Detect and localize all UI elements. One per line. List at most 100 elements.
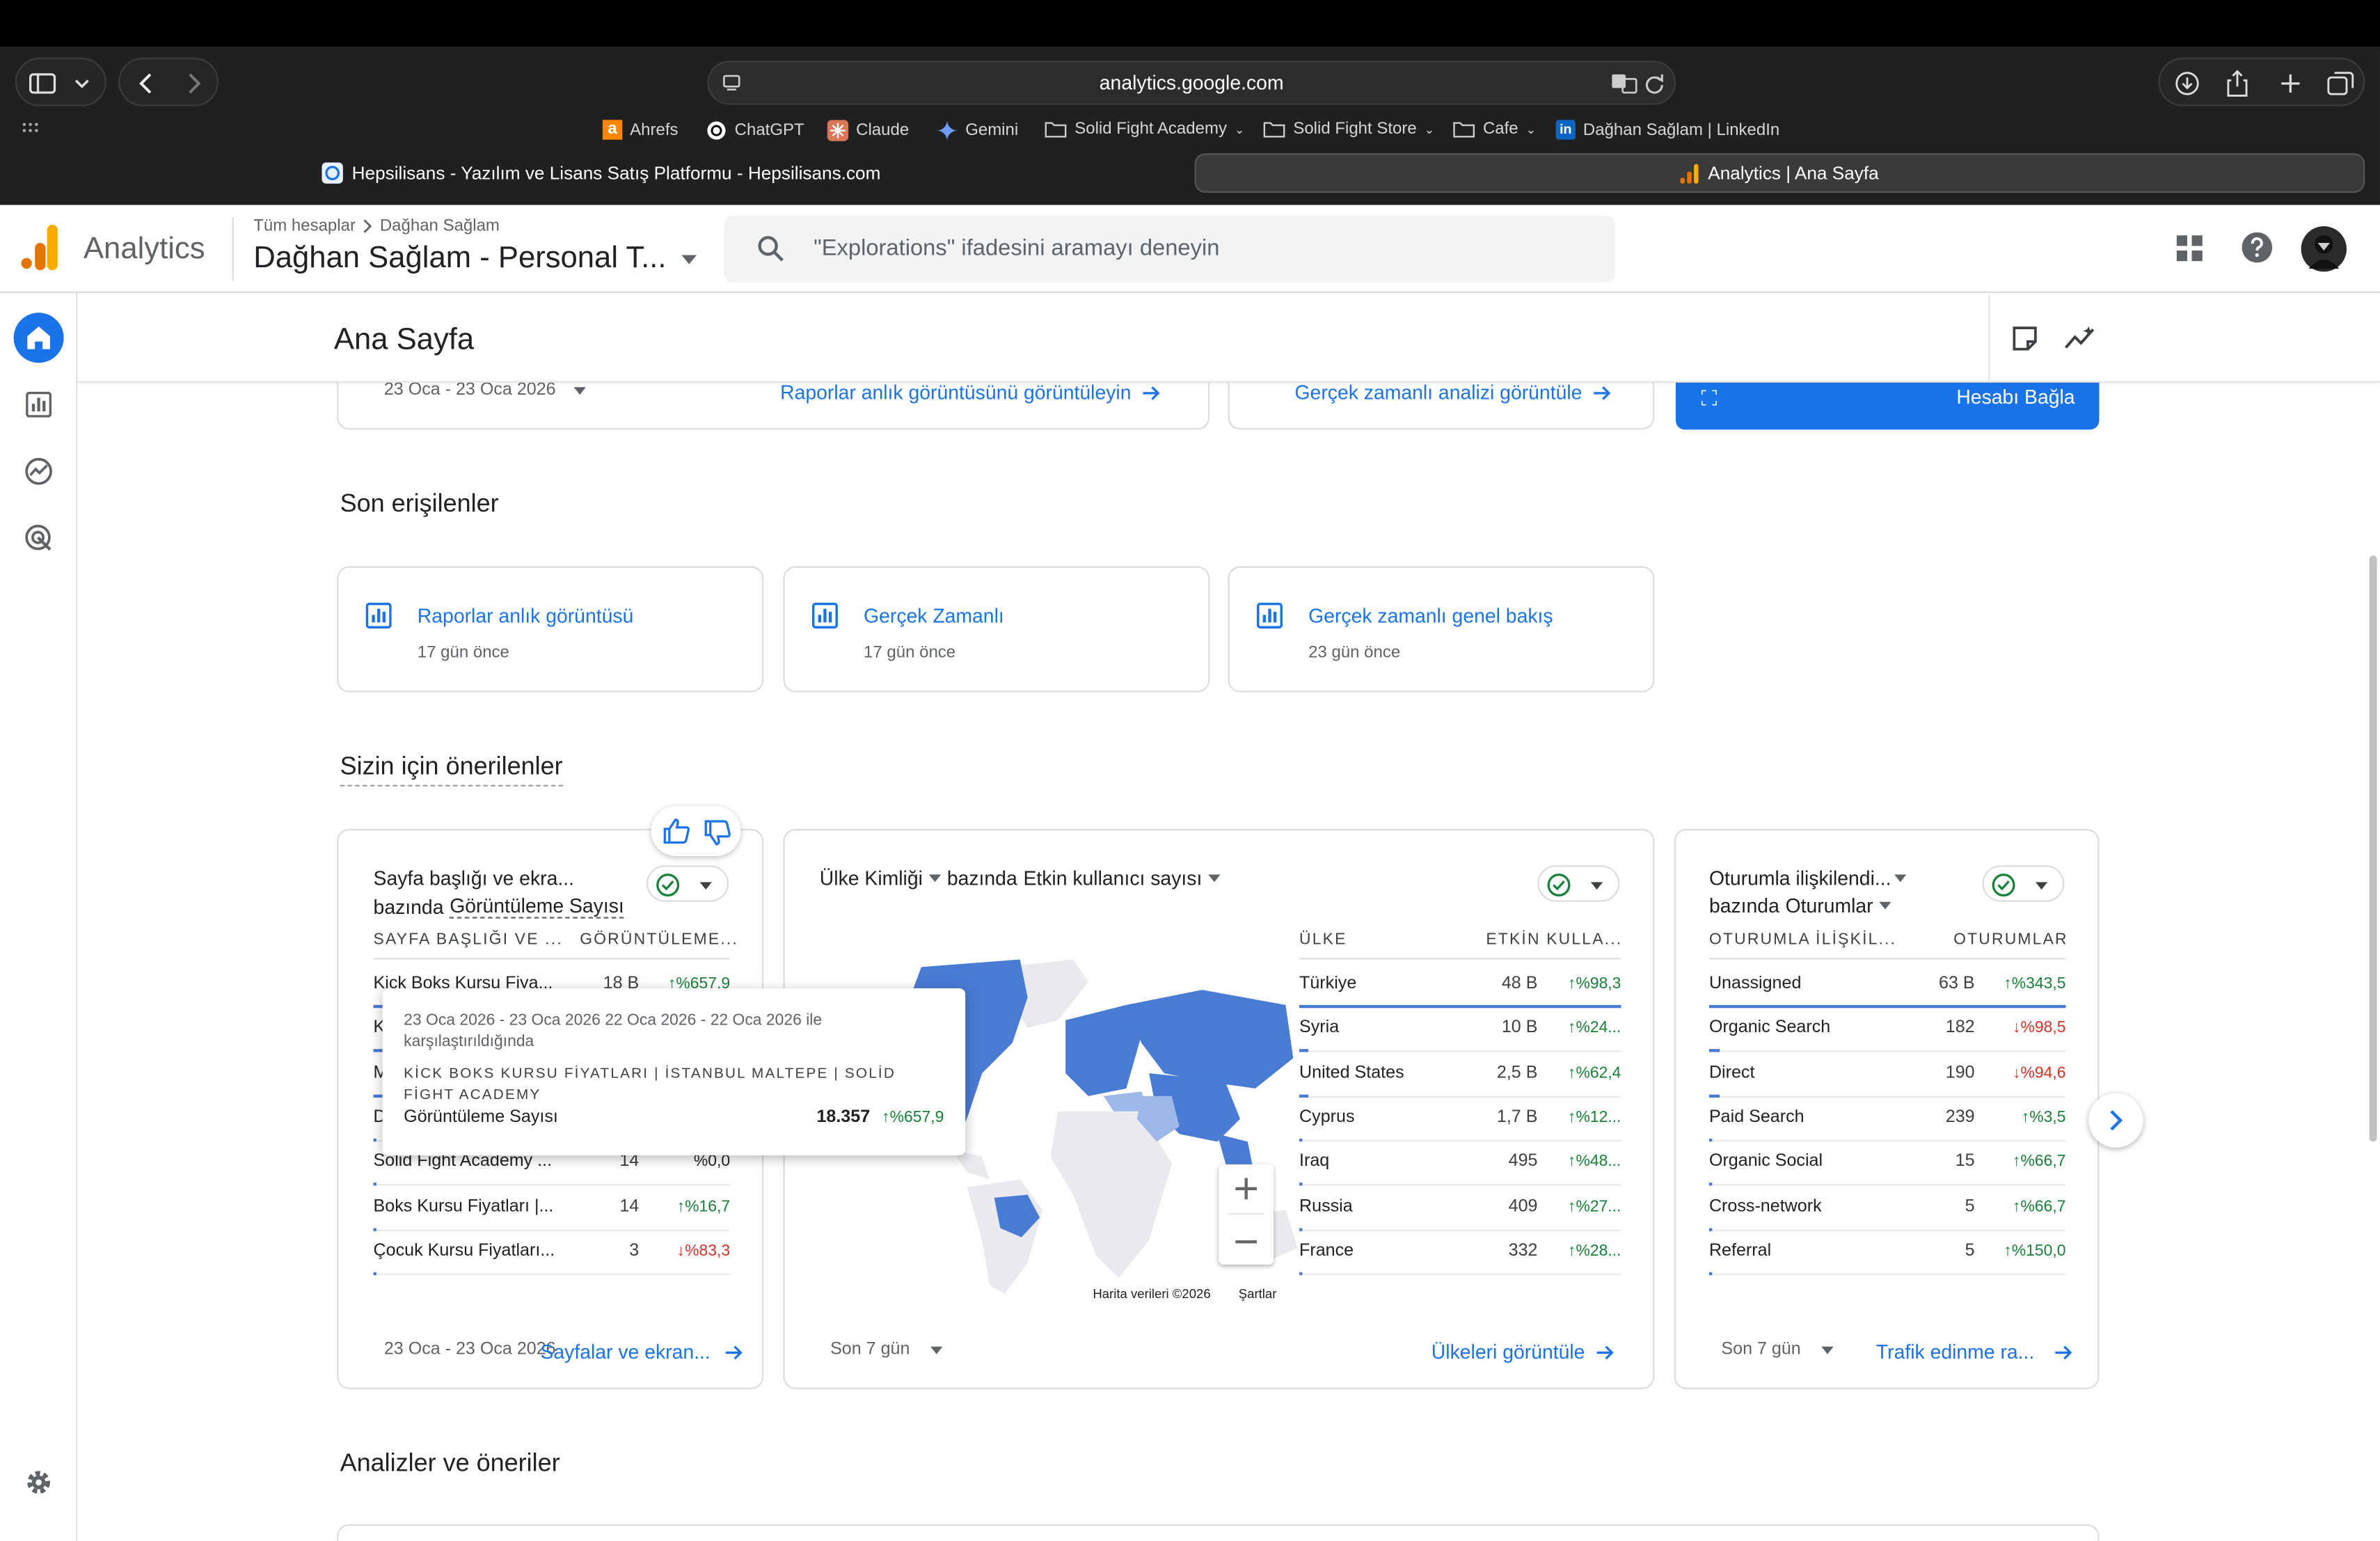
date-range-selector[interactable]: 23 Oca - 23 Oca 2026	[384, 381, 587, 400]
thumbs-up-icon[interactable]	[663, 819, 690, 844]
breadcrumb[interactable]: Tüm hesaplar Dağhan Sağlam	[253, 217, 500, 235]
table-row[interactable]: Organic Search 182 ↓%98,5	[1708, 1009, 2066, 1053]
thumbs-down-icon[interactable]	[704, 820, 731, 846]
caret-down-icon[interactable]	[1879, 901, 1891, 910]
view-snapshot-link[interactable]: Raporlar anlık görüntüsünü görüntüleyin	[780, 381, 1161, 404]
bookmarks-grid-icon[interactable]	[22, 121, 40, 136]
table-row[interactable]: Cyprus 1,7 B ↑%12...	[1299, 1098, 1621, 1141]
new-tab-icon[interactable]	[2278, 72, 2303, 96]
table-row[interactable]: United States 2,5 B ↑%62,4	[1299, 1053, 1621, 1098]
zoom-in-icon[interactable]	[1234, 1176, 1258, 1201]
reports-icon[interactable]	[26, 391, 52, 418]
recent-item[interactable]: Gerçek Zamanlı 17 gün önce	[783, 566, 1210, 693]
period-selector[interactable]: Son 7 gün	[830, 1341, 944, 1359]
table-row[interactable]: Unassigned 63 B ↑%343,5	[1708, 964, 2066, 1009]
card-status-dropdown[interactable]	[1537, 865, 1620, 902]
bookmark-claude[interactable]: Claude	[827, 120, 909, 141]
view-countries-link[interactable]: Ülkeleri görüntüle	[1431, 1341, 1615, 1364]
row-label: Türkiye	[1299, 974, 1357, 993]
bookmark-chatgpt[interactable]: ChatGPT	[706, 120, 804, 141]
bookmark-folder-solid-fight-academy[interactable]: Solid Fight Academy ⌄	[1045, 120, 1244, 138]
recent-item[interactable]: Gerçek zamanlı genel bakış 23 gün önce	[1228, 566, 1655, 693]
table-row[interactable]: Paid Search 239 ↑%3,5	[1708, 1098, 2066, 1141]
card-status-dropdown[interactable]	[1982, 865, 2065, 902]
table-row[interactable]: Cross-network 5 ↑%66,7	[1708, 1187, 2066, 1231]
analytics-logo-icon[interactable]	[21, 224, 58, 271]
caret-down-icon	[1590, 882, 1603, 890]
help-icon[interactable]	[2242, 232, 2273, 263]
bookmark-folder-cafe[interactable]: Cafe ⌄	[1452, 120, 1536, 138]
map-terms-link[interactable]: Şartlar	[1239, 1286, 1277, 1301]
view-pages-link[interactable]: Sayfalar ve ekran...	[540, 1341, 743, 1364]
table-row[interactable]: Iraq 495 ↑%48...	[1299, 1142, 1621, 1186]
nav-home[interactable]	[13, 313, 64, 363]
row-change: ↑%343,5	[2004, 974, 2066, 993]
reload-icon[interactable]	[1644, 73, 1665, 95]
recent-item-title: Raporlar anlık görüntüsü	[417, 604, 634, 627]
downloads-icon[interactable]	[2175, 72, 2200, 96]
advertising-icon[interactable]	[24, 523, 55, 554]
arrow-up-icon: ↑	[2013, 1152, 2021, 1171]
table-row[interactable]: Türkiye 48 B ↑%98,3	[1299, 964, 1621, 1009]
header-divider	[232, 216, 234, 281]
caret-down-icon[interactable]	[1208, 874, 1221, 883]
table-row[interactable]: Boks Kursu Fiyatları |... 14 ↑%16,7	[373, 1187, 731, 1231]
table-row[interactable]: Organic Social 15 ↑%66,7	[1708, 1142, 2066, 1186]
table-row[interactable]: Syria 10 B ↑%24...	[1299, 1009, 1621, 1053]
claude-icon	[827, 120, 849, 141]
arrow-down-icon: ↓	[2013, 1064, 2021, 1082]
carousel-next-button[interactable]	[2088, 1093, 2143, 1148]
admin-gear-icon[interactable]	[24, 1468, 53, 1496]
notes-icon[interactable]	[2011, 325, 2038, 352]
arrow-down-icon: ↓	[676, 1241, 685, 1260]
tab-hepsilisans[interactable]: Hepsilisans - Yazılım ve Lisans Satış Pl…	[12, 153, 1190, 193]
zoom-out-icon[interactable]	[1234, 1230, 1258, 1254]
table-row[interactable]: Çocuk Kursu Fiyatları... 3 ↓%83,3	[373, 1231, 731, 1275]
period-selector[interactable]: Son 7 gün	[1721, 1341, 1834, 1359]
forward-icon[interactable]	[187, 72, 202, 96]
view-acquisition-link[interactable]: Trafik edinme ra...	[1876, 1341, 2074, 1364]
card-status-dropdown[interactable]	[646, 865, 729, 902]
caret-down-icon[interactable]	[1894, 874, 1907, 883]
property-selector[interactable]: Dağhan Sağlam - Personal T...	[253, 242, 697, 276]
value-bar	[1299, 1093, 1309, 1098]
insights-icon[interactable]	[2064, 325, 2097, 352]
page-title-bar: Ana Sayfa	[77, 294, 2380, 383]
search-input[interactable]: "Explorations" ifadesini aramayı deneyin	[814, 235, 1219, 261]
table-row[interactable]: Direct 190 ↓%94,6	[1708, 1053, 2066, 1098]
row-change: ↓%83,3	[676, 1241, 731, 1260]
bookmark-ahrefs[interactable]: a Ahrefs	[602, 120, 679, 140]
row-change: ↑%98,3	[1568, 974, 1621, 993]
recent-item[interactable]: Raporlar anlık görüntüsü 17 gün önce	[337, 566, 764, 693]
translate-icon[interactable]	[1610, 73, 1637, 95]
search-box[interactable]: "Explorations" ifadesini aramayı deneyin	[724, 215, 1615, 283]
table-row[interactable]: Referral 5 ↑%150,0	[1708, 1231, 2066, 1275]
recent-item-time: 17 gün önce	[417, 643, 509, 662]
chatgpt-icon	[707, 121, 726, 140]
caret-down-icon	[930, 1345, 944, 1354]
bookmark-folder-solid-fight-store[interactable]: Solid Fight Store ⌄	[1263, 120, 1434, 138]
share-icon[interactable]	[2227, 70, 2248, 97]
sidebar-toggle-button[interactable]	[15, 57, 106, 106]
caret-down-icon[interactable]	[928, 874, 942, 883]
apps-grid-icon[interactable]	[2176, 235, 2204, 262]
table-row[interactable]: France 332 ↑%28...	[1299, 1231, 1621, 1275]
account-avatar[interactable]	[2301, 226, 2347, 272]
row-label: Direct	[1708, 1064, 1755, 1082]
recommended-heading[interactable]: Sizin için önerilenler	[340, 753, 563, 787]
value-bar	[373, 1138, 377, 1141]
tab-overview-icon[interactable]	[2327, 72, 2354, 96]
view-realtime-link[interactable]: Gerçek zamanlı analizi görüntüle	[1294, 381, 1612, 404]
value-bar	[1299, 1004, 1621, 1009]
explore-icon[interactable]	[24, 457, 53, 486]
row-label: Cross-network	[1708, 1196, 1822, 1215]
scrollbar-thumb[interactable]	[2369, 555, 2377, 1142]
back-icon[interactable]	[138, 72, 153, 96]
bookmark-linkedin[interactable]: in Dağhan Sağlam | LinkedIn	[1555, 120, 1779, 140]
bookmark-gemini[interactable]: Gemini	[936, 120, 1018, 141]
table-row[interactable]: Russia 409 ↑%27...	[1299, 1187, 1621, 1231]
address-bar[interactable]: analytics.google.com	[707, 61, 1676, 105]
tab-analytics[interactable]: Analytics | Ana Sayfa	[1194, 153, 2365, 193]
arrow-up-icon: ↑	[1568, 1107, 1576, 1127]
card-date-range[interactable]: 23 Oca - 23 Oca 2026	[384, 1341, 556, 1359]
